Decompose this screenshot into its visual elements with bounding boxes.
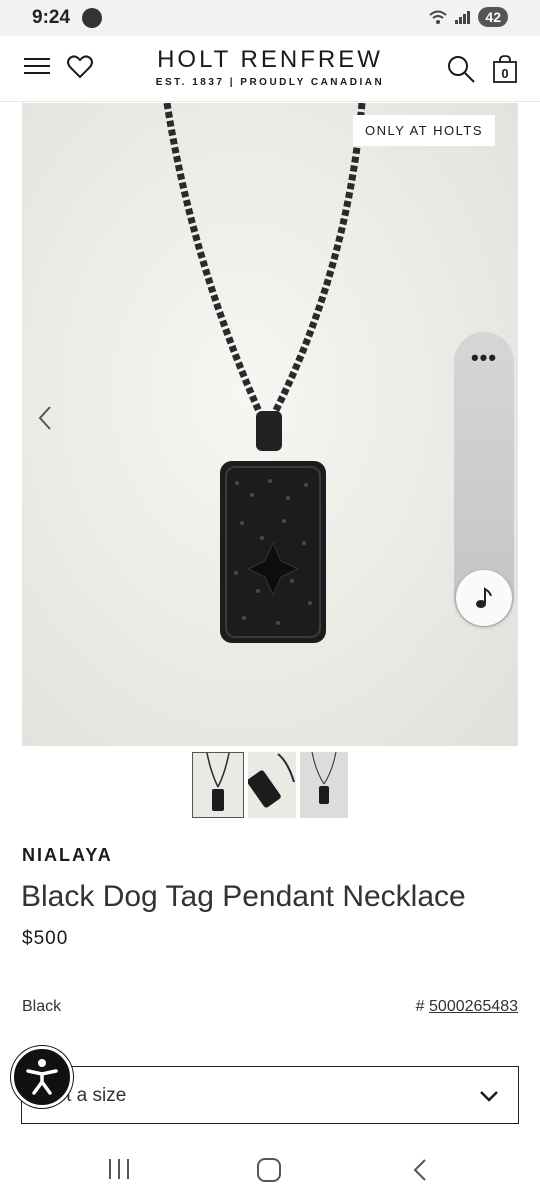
app-notification-icon [82, 8, 102, 28]
necklace-image [163, 103, 366, 643]
product-color: Black [22, 998, 62, 1015]
brand-logo[interactable]: HOLT RENFREW EST. 1837 | PROUDLY CANADIA… [140, 46, 400, 88]
bag-count: 0 [501, 66, 509, 81]
status-bar: 9:24 42 [0, 0, 540, 36]
music-note-icon [476, 587, 492, 608]
thumbnail-strip [192, 752, 348, 818]
more-options-button[interactable]: ••• [454, 347, 514, 369]
bag-button[interactable]: 0 [492, 54, 518, 84]
size-select[interactable]: ect a size [21, 1066, 519, 1124]
music-button[interactable] [456, 570, 512, 626]
floating-panel[interactable]: ••• [454, 332, 514, 627]
thumbnail-3[interactable] [300, 752, 348, 818]
wifi-icon [429, 10, 448, 24]
battery-level: 42 [478, 7, 508, 27]
status-time: 9:24 [32, 7, 71, 28]
sku-prefix: # [415, 998, 425, 1015]
back-icon[interactable] [410, 1158, 430, 1182]
accessibility-icon [26, 1059, 58, 1095]
brand-name: HOLT RENFREW [157, 46, 383, 73]
product-sku: # 5000265483 [416, 998, 518, 1016]
exclusive-badge: ONLY AT HOLTS [353, 115, 495, 146]
recents-icon[interactable] [106, 1159, 132, 1179]
menu-icon[interactable] [24, 58, 50, 78]
product-price: $500 [22, 928, 69, 949]
signal-icon [455, 11, 471, 24]
status-indicators: 42 [428, 7, 508, 27]
chevron-left-icon[interactable] [36, 403, 56, 433]
sku-number: 5000265483 [429, 998, 518, 1015]
chevron-down-icon [480, 1091, 498, 1102]
thumbnail-2[interactable] [248, 752, 296, 818]
product-brand[interactable]: NIALAYA [22, 845, 113, 866]
product-image[interactable]: ONLY AT HOLTS [22, 103, 518, 746]
home-icon[interactable] [257, 1158, 281, 1182]
accessibility-button[interactable] [11, 1046, 73, 1108]
heart-icon[interactable] [66, 53, 94, 81]
search-icon[interactable] [446, 54, 476, 84]
thumbnail-1[interactable] [192, 752, 244, 818]
system-nav-bar [0, 1134, 540, 1204]
brand-tagline: EST. 1837 | PROUDLY CANADIAN [155, 77, 385, 88]
site-header: HOLT RENFREW EST. 1837 | PROUDLY CANADIA… [0, 36, 540, 102]
product-title: Black Dog Tag Pendant Necklace [21, 880, 466, 913]
